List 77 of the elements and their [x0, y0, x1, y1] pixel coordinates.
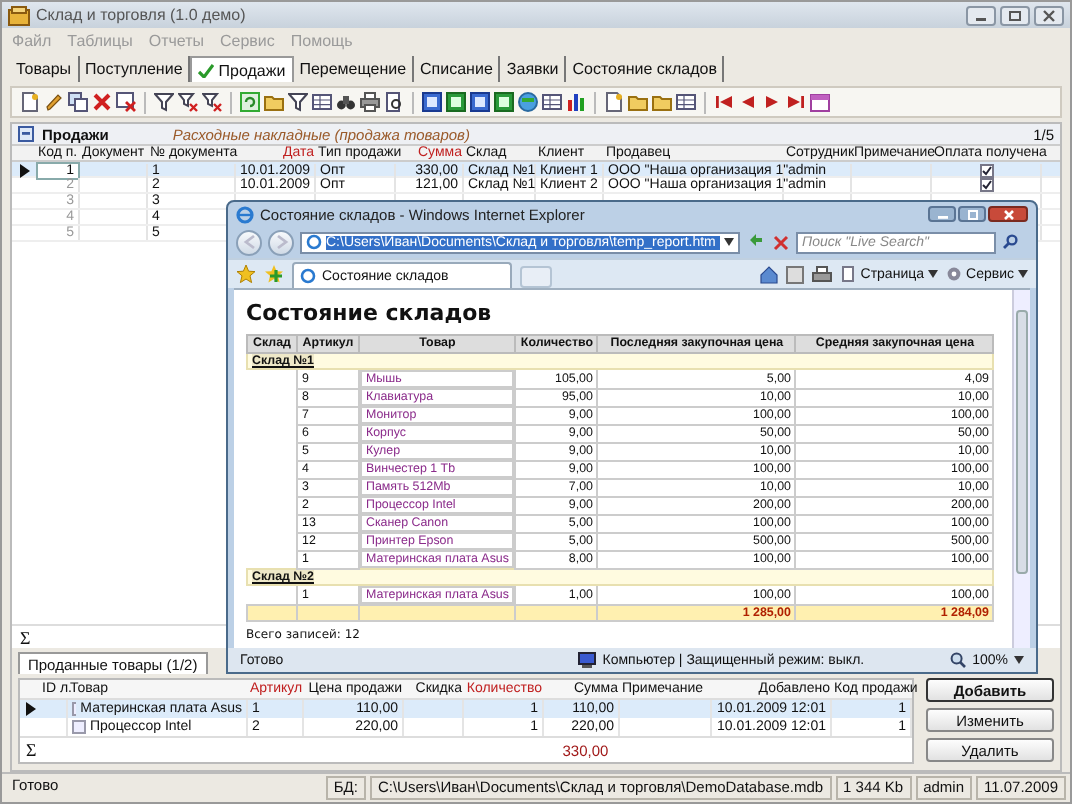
delete-icon[interactable] — [92, 92, 112, 112]
close-icon — [1042, 9, 1056, 21]
minimize-button[interactable] — [928, 206, 956, 222]
dropdown-icon — [928, 270, 939, 278]
binoculars-icon[interactable] — [336, 92, 356, 112]
maximize-icon — [965, 209, 979, 219]
filter-icon[interactable] — [288, 92, 308, 112]
current-row-icon — [25, 702, 35, 716]
checkbox[interactable] — [979, 178, 993, 192]
previous-icon[interactable] — [738, 92, 758, 112]
stop-icon[interactable] — [772, 233, 790, 251]
window-title: Склад и торговля (1.0 демо) — [36, 6, 246, 24]
refresh-icon[interactable] — [240, 92, 260, 112]
pencil-icon[interactable] — [44, 92, 64, 112]
star-icon[interactable] — [236, 264, 256, 284]
table-icon[interactable] — [676, 92, 696, 112]
feeds-icon[interactable] — [786, 265, 805, 283]
restore-icon — [1008, 9, 1022, 21]
restore-button[interactable] — [1000, 5, 1030, 25]
checkbox[interactable] — [979, 164, 993, 178]
minimize-button[interactable] — [966, 5, 996, 25]
table-icon[interactable] — [542, 92, 562, 112]
page-icon — [300, 268, 316, 284]
next-icon[interactable] — [762, 92, 782, 112]
table-delete-icon[interactable] — [116, 92, 136, 112]
filter-clear-icon[interactable] — [202, 92, 222, 112]
maximize-button[interactable] — [958, 206, 986, 222]
close-button[interactable] — [1034, 5, 1064, 25]
printer-icon[interactable] — [360, 92, 380, 112]
tab[interactable]: Заявки — [500, 56, 567, 82]
computer-icon — [578, 652, 597, 668]
last-icon[interactable] — [786, 92, 806, 112]
report-heading: Состояние складов — [246, 300, 494, 326]
copy-icon[interactable] — [68, 92, 88, 112]
globe-icon[interactable] — [518, 92, 538, 112]
page-icon — [840, 266, 857, 282]
home-icon[interactable] — [760, 265, 779, 283]
tab[interactable]: Состояние складов — [566, 56, 725, 82]
page-icon — [306, 234, 322, 250]
chart-icon[interactable] — [566, 92, 586, 112]
back-icon — [241, 234, 257, 250]
document-icon[interactable] — [20, 92, 40, 112]
calendar-icon[interactable] — [810, 92, 830, 112]
first-icon[interactable] — [714, 92, 734, 112]
text-document-icon[interactable] — [422, 92, 442, 112]
forward-icon — [273, 234, 289, 250]
current-row-icon — [19, 164, 29, 178]
filter-icon[interactable] — [154, 92, 174, 112]
browser-icon — [236, 205, 254, 223]
dropdown-icon — [724, 238, 734, 246]
search-icon[interactable] — [1002, 234, 1018, 250]
close-icon — [1001, 209, 1015, 219]
text-document-icon[interactable] — [470, 92, 490, 112]
sum-sign: Σ — [20, 627, 31, 647]
preview-icon[interactable] — [384, 92, 404, 112]
panel-icon — [18, 126, 34, 142]
table-icon[interactable] — [312, 92, 332, 112]
spreadsheet-icon[interactable] — [446, 92, 466, 112]
tab[interactable]: Перемещение — [293, 56, 415, 82]
filter-clear-icon[interactable] — [178, 92, 198, 112]
document-icon[interactable] — [604, 92, 624, 112]
tab[interactable]: Товары — [10, 56, 80, 82]
dropdown-icon — [1014, 656, 1024, 664]
close-button[interactable] — [988, 206, 1028, 222]
tab[interactable]: Списание — [414, 56, 501, 82]
printer-icon[interactable] — [812, 265, 833, 283]
zoom-icon — [950, 652, 967, 668]
spreadsheet-icon[interactable] — [494, 92, 514, 112]
add-favorite-icon[interactable] — [264, 264, 284, 284]
gear-icon — [946, 266, 963, 282]
dropdown-icon — [1018, 270, 1028, 278]
folder-icon[interactable] — [264, 92, 284, 112]
tab[interactable]: Продажи — [190, 56, 294, 82]
app-icon — [8, 5, 30, 25]
check-icon — [198, 63, 215, 77]
sum-sign: Σ — [26, 740, 37, 760]
scrollbar[interactable] — [1012, 290, 1030, 648]
